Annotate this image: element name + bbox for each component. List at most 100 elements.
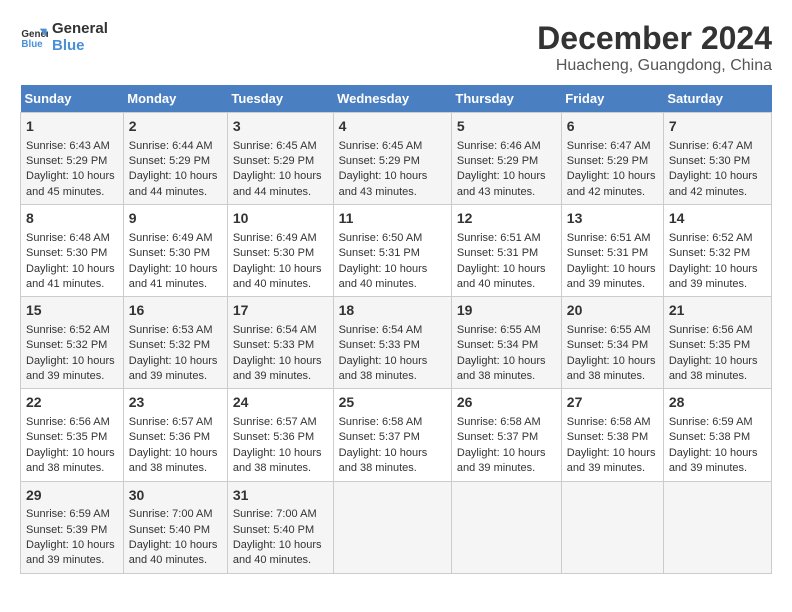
daylight: Daylight: 10 hours and 44 minutes. bbox=[233, 170, 322, 197]
calendar-cell: 16Sunrise: 6:53 AMSunset: 5:32 PMDayligh… bbox=[123, 297, 227, 389]
daylight: Daylight: 10 hours and 38 minutes. bbox=[567, 355, 656, 382]
day-number: 11 bbox=[339, 209, 446, 229]
day-number: 20 bbox=[567, 301, 658, 321]
sunset: Sunset: 5:31 PM bbox=[339, 247, 420, 259]
calendar-cell: 19Sunrise: 6:55 AMSunset: 5:34 PMDayligh… bbox=[451, 297, 561, 389]
sunrise: Sunrise: 6:47 AM bbox=[669, 140, 753, 152]
day-number: 31 bbox=[233, 486, 328, 506]
day-number: 13 bbox=[567, 209, 658, 229]
day-number: 8 bbox=[26, 209, 118, 229]
logo: General Blue General Blue bbox=[20, 20, 108, 54]
col-header-friday: Friday bbox=[561, 85, 663, 113]
day-number: 17 bbox=[233, 301, 328, 321]
calendar-cell: 4Sunrise: 6:45 AMSunset: 5:29 PMDaylight… bbox=[333, 113, 451, 205]
sunrise: Sunrise: 7:00 AM bbox=[233, 508, 317, 520]
day-number: 19 bbox=[457, 301, 556, 321]
sunset: Sunset: 5:32 PM bbox=[129, 339, 210, 351]
daylight: Daylight: 10 hours and 40 minutes. bbox=[339, 263, 428, 290]
day-number: 5 bbox=[457, 117, 556, 137]
daylight: Daylight: 10 hours and 40 minutes. bbox=[233, 539, 322, 566]
daylight: Daylight: 10 hours and 39 minutes. bbox=[567, 263, 656, 290]
week-row-1: 1 Sunrise: 6:43 AM Sunset: 5:29 PM Daylight… bbox=[21, 113, 772, 205]
svg-text:Blue: Blue bbox=[21, 39, 43, 50]
sunrise: Sunrise: 6:58 AM bbox=[339, 416, 423, 428]
calendar-cell: 9Sunrise: 6:49 AMSunset: 5:30 PMDaylight… bbox=[123, 205, 227, 297]
title-area: December 2024 Huacheng, Guangdong, China bbox=[537, 20, 772, 75]
sunrise: Sunrise: 6:59 AM bbox=[669, 416, 753, 428]
calendar-cell: 3Sunrise: 6:45 AMSunset: 5:29 PMDaylight… bbox=[227, 113, 333, 205]
sunrise: Sunrise: 6:52 AM bbox=[26, 324, 110, 336]
week-row-3: 15 Sunrise: 6:52 AM Sunset: 5:32 PM Dayligh… bbox=[21, 297, 772, 389]
day-number: 1 bbox=[26, 117, 118, 137]
sunset: Sunset: 5:38 PM bbox=[669, 431, 750, 443]
calendar-cell: 6Sunrise: 6:47 AMSunset: 5:29 PMDaylight… bbox=[561, 113, 663, 205]
day-number: 2 bbox=[129, 117, 222, 137]
calendar-cell: 31 Sunrise: 7:00 AM Sunset: 5:40 PM Dayligh… bbox=[227, 481, 333, 573]
daylight: Daylight: 10 hours and 39 minutes. bbox=[26, 539, 115, 566]
sunrise: Sunrise: 6:57 AM bbox=[233, 416, 317, 428]
col-header-saturday: Saturday bbox=[663, 85, 771, 113]
calendar-cell: 26Sunrise: 6:58 AMSunset: 5:37 PMDayligh… bbox=[451, 389, 561, 481]
sunrise: Sunrise: 6:55 AM bbox=[457, 324, 541, 336]
daylight: Daylight: 10 hours and 38 minutes. bbox=[339, 355, 428, 382]
sunset: Sunset: 5:38 PM bbox=[567, 431, 648, 443]
week-row-5: 29Sunrise: 6:59 AMSunset: 5:39 PMDayligh… bbox=[21, 481, 772, 573]
calendar-cell: 30Sunrise: 7:00 AMSunset: 5:40 PMDayligh… bbox=[123, 481, 227, 573]
daylight: Daylight: 10 hours and 38 minutes. bbox=[339, 447, 428, 474]
calendar-cell: 29Sunrise: 6:59 AMSunset: 5:39 PMDayligh… bbox=[21, 481, 124, 573]
day-number: 10 bbox=[233, 209, 328, 229]
calendar-cell: 25Sunrise: 6:58 AMSunset: 5:37 PMDayligh… bbox=[333, 389, 451, 481]
daylight: Daylight: 10 hours and 39 minutes. bbox=[26, 355, 115, 382]
sunset: Sunset: 5:31 PM bbox=[457, 247, 538, 259]
day-number: 16 bbox=[129, 301, 222, 321]
sunrise: Sunrise: 6:47 AM bbox=[567, 140, 651, 152]
sunrise: Sunrise: 6:45 AM bbox=[339, 140, 423, 152]
sunrise: Sunrise: 6:56 AM bbox=[669, 324, 753, 336]
sunrise: Sunrise: 6:58 AM bbox=[567, 416, 651, 428]
day-number: 21 bbox=[669, 301, 766, 321]
day-number: 25 bbox=[339, 393, 446, 413]
day-number: 23 bbox=[129, 393, 222, 413]
sunset: Sunset: 5:29 PM bbox=[567, 155, 648, 167]
page-subtitle: Huacheng, Guangdong, China bbox=[537, 57, 772, 75]
sunrise: Sunrise: 6:43 AM bbox=[26, 140, 110, 152]
sunset: Sunset: 5:36 PM bbox=[233, 431, 314, 443]
sunrise: Sunrise: 6:48 AM bbox=[26, 232, 110, 244]
daylight: Daylight: 10 hours and 40 minutes. bbox=[457, 263, 546, 290]
header: General Blue General Blue December 2024 … bbox=[20, 20, 772, 75]
sunset: Sunset: 5:30 PM bbox=[669, 155, 750, 167]
sunset: Sunset: 5:40 PM bbox=[129, 524, 210, 536]
calendar-cell: 11Sunrise: 6:50 AMSunset: 5:31 PMDayligh… bbox=[333, 205, 451, 297]
daylight: Daylight: 10 hours and 38 minutes. bbox=[26, 447, 115, 474]
calendar-cell: 22Sunrise: 6:56 AMSunset: 5:35 PMDayligh… bbox=[21, 389, 124, 481]
daylight: Daylight: 10 hours and 40 minutes. bbox=[129, 539, 218, 566]
calendar-cell: 27Sunrise: 6:58 AMSunset: 5:38 PMDayligh… bbox=[561, 389, 663, 481]
sunset: Sunset: 5:37 PM bbox=[457, 431, 538, 443]
daylight: Daylight: 10 hours and 38 minutes. bbox=[129, 447, 218, 474]
col-header-sunday: Sunday bbox=[21, 85, 124, 113]
calendar-cell: 1Sunrise: 6:43 AMSunset: 5:29 PMDaylight… bbox=[21, 113, 124, 205]
sunrise: Sunrise: 6:45 AM bbox=[233, 140, 317, 152]
sunset: Sunset: 5:29 PM bbox=[233, 155, 314, 167]
sunset: Sunset: 5:35 PM bbox=[26, 431, 107, 443]
calendar-cell bbox=[663, 481, 771, 573]
calendar-cell: 7Sunrise: 6:47 AMSunset: 5:30 PMDaylight… bbox=[663, 113, 771, 205]
day-number: 22 bbox=[26, 393, 118, 413]
daylight: Daylight: 10 hours and 40 minutes. bbox=[233, 263, 322, 290]
sunrise: Sunrise: 6:49 AM bbox=[129, 232, 213, 244]
day-number: 15 bbox=[26, 301, 118, 321]
calendar-cell: 13Sunrise: 6:51 AMSunset: 5:31 PMDayligh… bbox=[561, 205, 663, 297]
sunrise: Sunrise: 6:44 AM bbox=[129, 140, 213, 152]
daylight: Daylight: 10 hours and 39 minutes. bbox=[669, 263, 758, 290]
daylight: Daylight: 10 hours and 43 minutes. bbox=[339, 170, 428, 197]
page-title: December 2024 bbox=[537, 20, 772, 57]
calendar-cell: 21Sunrise: 6:56 AMSunset: 5:35 PMDayligh… bbox=[663, 297, 771, 389]
daylight: Daylight: 10 hours and 39 minutes. bbox=[129, 355, 218, 382]
daylight: Daylight: 10 hours and 38 minutes. bbox=[669, 355, 758, 382]
col-header-wednesday: Wednesday bbox=[333, 85, 451, 113]
daylight: Daylight: 10 hours and 39 minutes. bbox=[669, 447, 758, 474]
sunset: Sunset: 5:31 PM bbox=[567, 247, 648, 259]
sunset: Sunset: 5:34 PM bbox=[457, 339, 538, 351]
sunset: Sunset: 5:40 PM bbox=[233, 524, 314, 536]
day-number: 30 bbox=[129, 486, 222, 506]
